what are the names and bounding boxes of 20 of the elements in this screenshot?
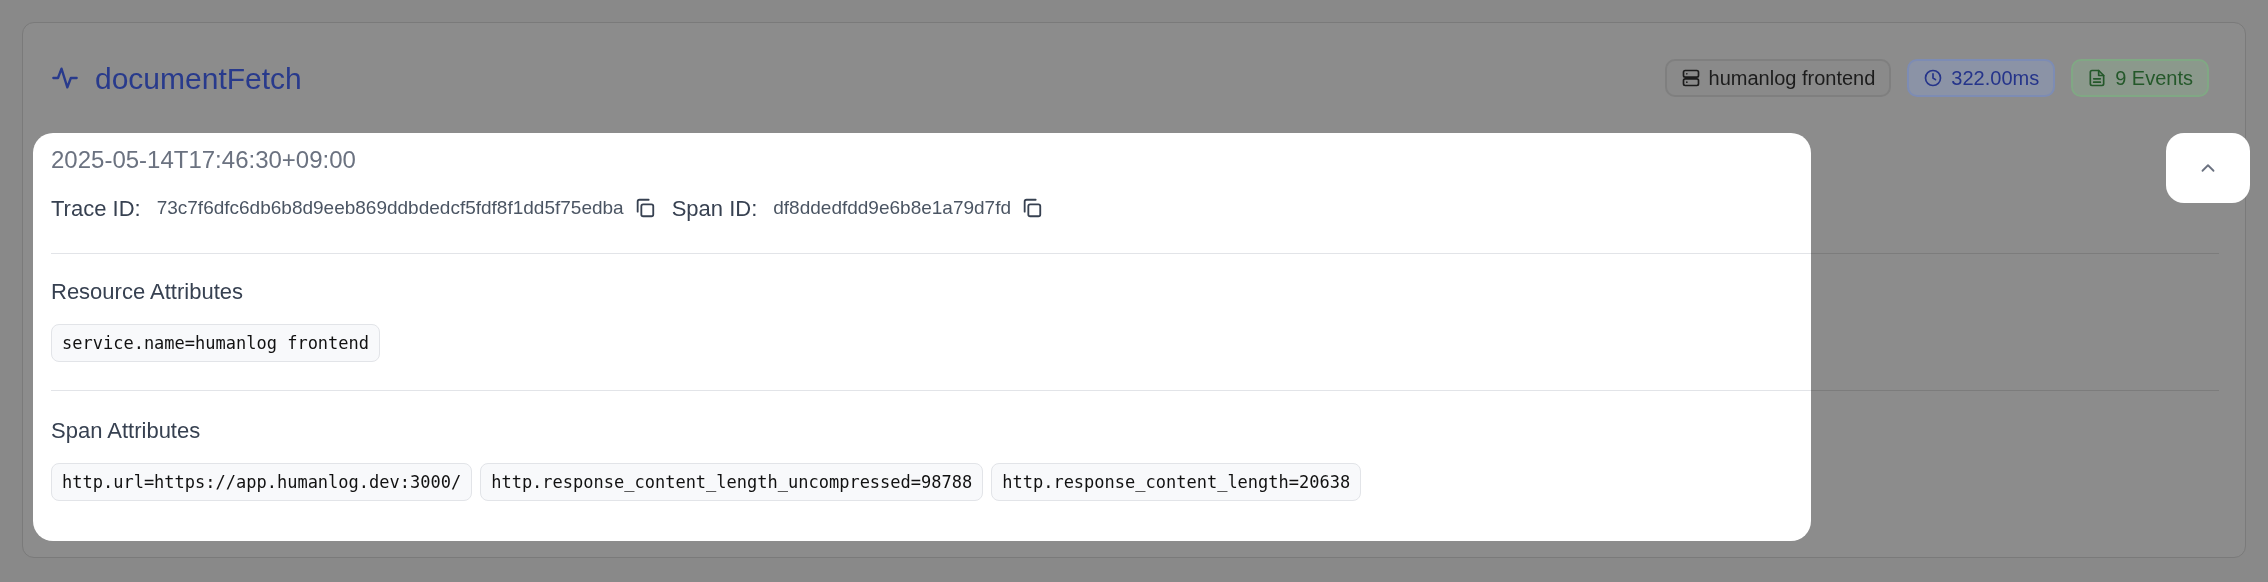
id-value: 73c7f6dfc6db6b8d9eeb869ddbdedcf5fdf8f1dd5f75edba bbox=[156, 195, 624, 220]
id-value: df8ddedfdd9e6b8e1a79d7fd bbox=[773, 195, 1011, 220]
section-heading: Span Attributes bbox=[51, 417, 202, 445]
clock-icon bbox=[1923, 68, 1944, 88]
service-badge: humanlog frontend bbox=[1664, 59, 1892, 97]
id-label: Trace ID: bbox=[51, 194, 141, 223]
section-heading: Resource Attributes bbox=[51, 278, 244, 306]
attribute-chip: http.url=https://app.humanlog.dev:3000/ bbox=[51, 463, 473, 501]
id-label: Span ID: bbox=[671, 194, 758, 223]
server-icon bbox=[1680, 68, 1701, 88]
duration-badge: 322.00ms bbox=[1907, 59, 2056, 97]
events-badge: 9 Events bbox=[2071, 59, 2209, 97]
copy-icon[interactable] bbox=[1021, 197, 1043, 219]
document-icon bbox=[2087, 68, 2108, 88]
collapse-button[interactable] bbox=[2166, 133, 2250, 203]
timestamp: 2025-05-14T17:46:30+09:00 bbox=[51, 145, 357, 175]
span-title: documentFetch bbox=[95, 60, 302, 97]
attribute-chip: http.response_content_length_uncompressed=98788 bbox=[480, 463, 984, 501]
attribute-chip: service.name=humanlog frontend bbox=[51, 324, 381, 362]
attribute-chip: http.response_content_length=20638 bbox=[991, 463, 1362, 501]
